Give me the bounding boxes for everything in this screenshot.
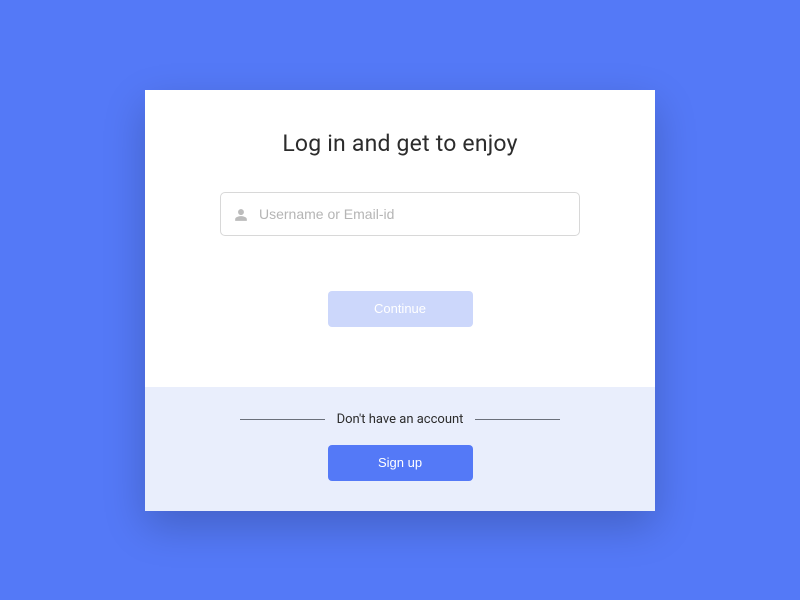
signup-prompt: Don't have an account — [337, 412, 464, 427]
username-input[interactable] — [220, 192, 580, 236]
divider-line-right — [475, 419, 560, 420]
signup-footer: Don't have an account Sign up — [145, 387, 655, 511]
login-main: Log in and get to enjoy Continue — [145, 90, 655, 387]
divider-line-left — [240, 419, 325, 420]
username-input-wrapper — [220, 192, 580, 236]
continue-button[interactable]: Continue — [328, 291, 473, 327]
divider-row: Don't have an account — [240, 412, 561, 427]
login-card: Log in and get to enjoy Continue Don't h… — [145, 90, 655, 511]
signup-button[interactable]: Sign up — [328, 445, 473, 481]
page-title: Log in and get to enjoy — [282, 130, 517, 157]
user-icon — [234, 207, 248, 221]
